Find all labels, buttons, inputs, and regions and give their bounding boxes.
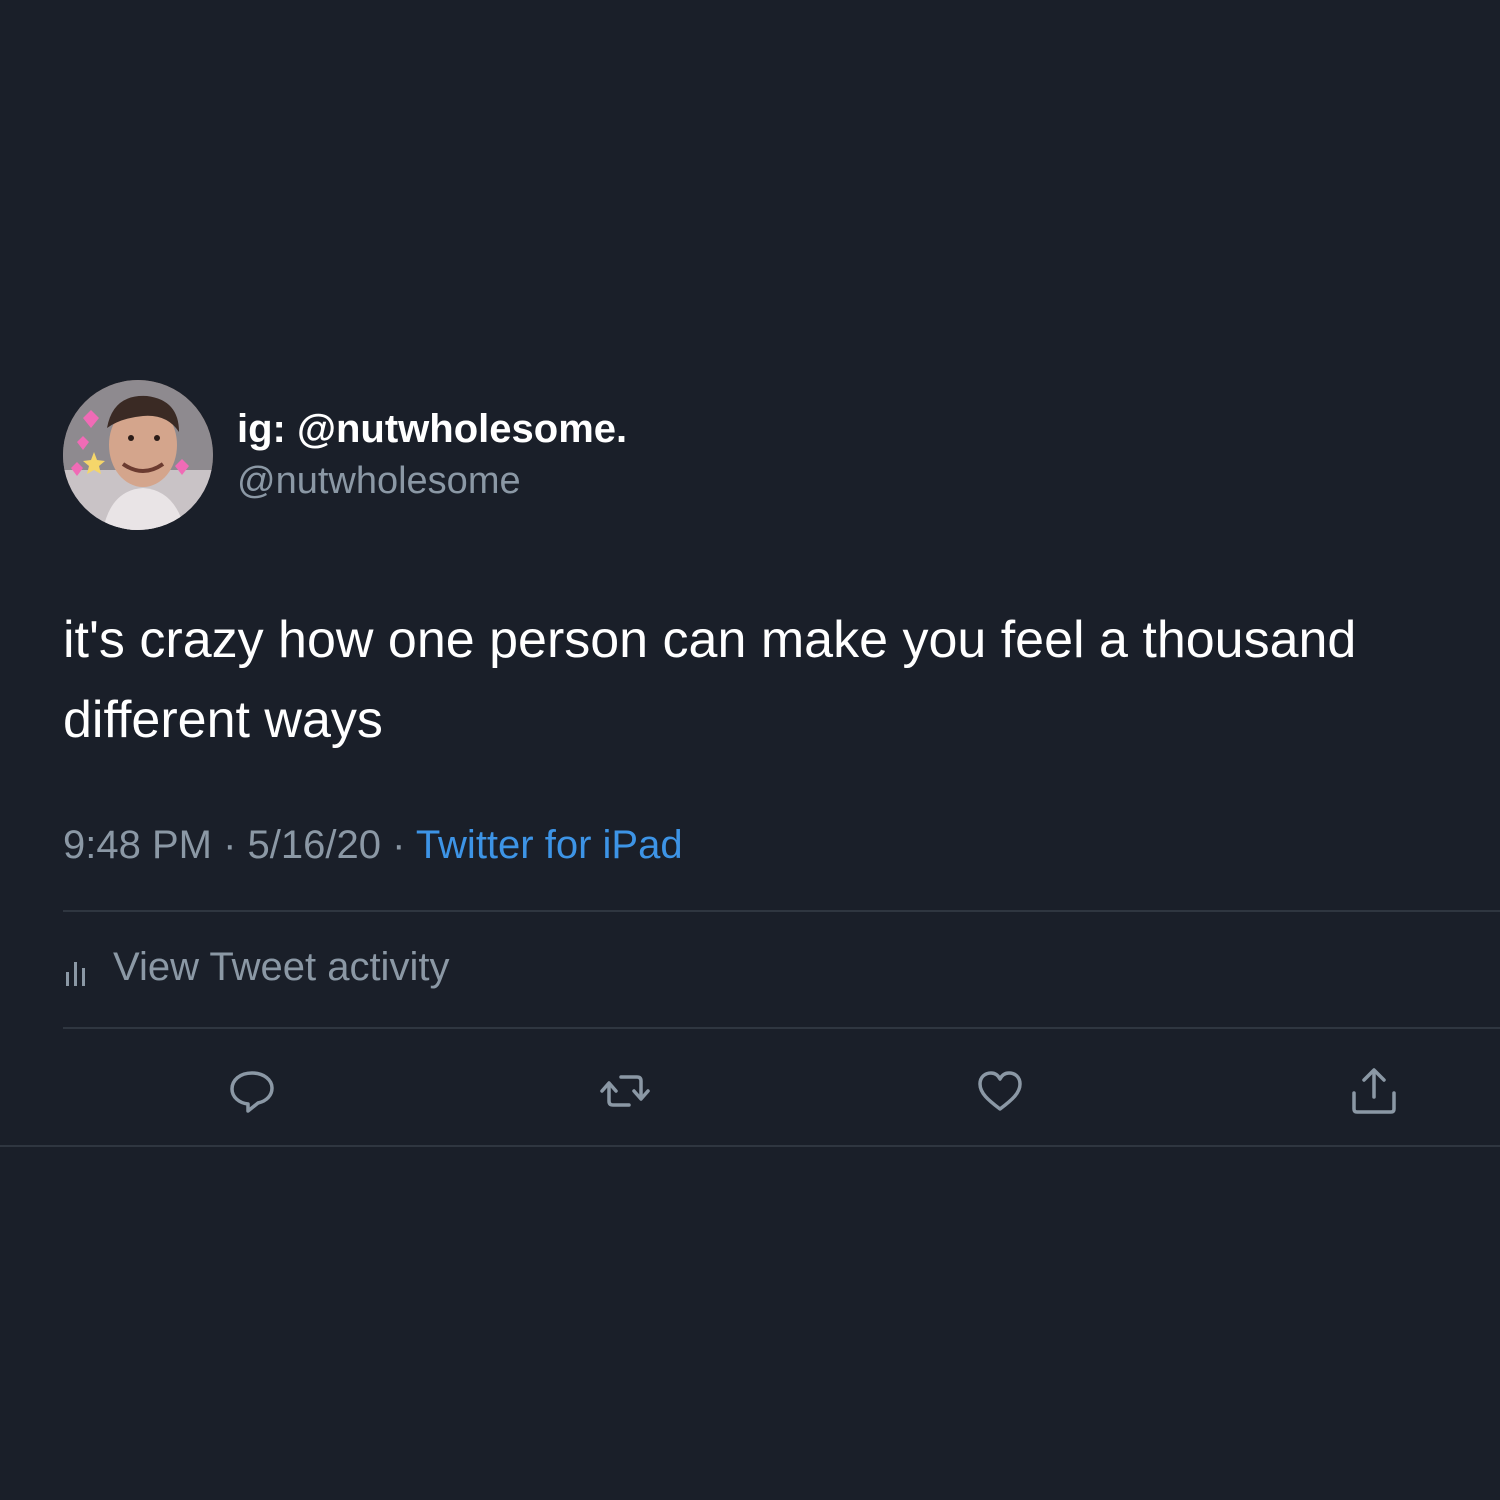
divider — [0, 1145, 1500, 1147]
reply-button[interactable] — [224, 1063, 280, 1119]
tweet-meta: 9:48 PM · 5/16/20 · Twitter for iPad — [63, 823, 683, 868]
divider — [63, 910, 1500, 912]
view-activity-label: View Tweet activity — [113, 945, 450, 989]
bar-chart-icon — [63, 948, 93, 988]
retweet-icon — [600, 1075, 650, 1107]
share-icon — [1352, 1068, 1396, 1114]
heart-icon — [978, 1071, 1022, 1111]
tweet-date[interactable]: 5/16/20 — [248, 823, 381, 867]
view-activity-button[interactable]: View Tweet activity — [63, 945, 449, 990]
divider — [63, 1027, 1500, 1029]
meta-separator: · — [211, 823, 248, 867]
share-button[interactable] — [1346, 1063, 1402, 1119]
tweet-text: it's crazy how one person can make you f… — [63, 611, 1357, 749]
user-handle[interactable]: @nutwholesome — [237, 460, 521, 503]
display-name[interactable]: ig: @nutwholesome. — [237, 407, 627, 452]
reply-icon — [230, 1071, 274, 1113]
tweet-detail: ig: @nutwholesome. @nutwholesome it's cr… — [0, 0, 1500, 1500]
tweet-time[interactable]: 9:48 PM — [63, 823, 212, 867]
like-button[interactable] — [972, 1063, 1028, 1119]
avatar[interactable] — [63, 380, 213, 530]
meta-separator: · — [380, 823, 416, 867]
avatar-image — [63, 380, 213, 530]
retweet-button[interactable] — [597, 1063, 653, 1119]
tweet-source-link[interactable]: Twitter for iPad — [416, 823, 683, 867]
